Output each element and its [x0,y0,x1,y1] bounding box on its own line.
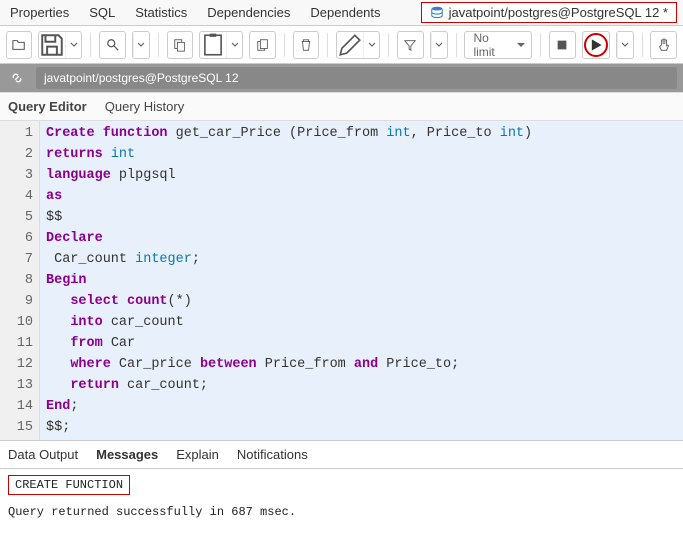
stop-button[interactable] [549,31,575,59]
connection-label: javatpoint/postgres@PostgreSQL 12 [36,67,677,89]
status-message: Query returned successfully in 687 msec. [8,505,675,519]
tab-explain[interactable]: Explain [176,447,219,462]
sql-editor[interactable]: 1 2 3 4 5 6 7 8 9 10 11 12 13 14 15 Crea… [0,121,683,440]
find-dropdown[interactable] [132,31,150,59]
play-icon [589,38,603,52]
result-message: CREATE FUNCTION [8,475,130,495]
connection-status-button[interactable] [6,67,28,89]
line-gutter: 1 2 3 4 5 6 7 8 9 10 11 12 13 14 15 [0,121,40,440]
tab-data-output[interactable]: Data Output [8,447,78,462]
chevron-down-icon [231,41,239,49]
toolbar: No limit [0,26,683,64]
explain-button[interactable] [650,31,676,59]
tab-query-editor[interactable]: Query Editor [8,99,87,114]
filter-dropdown[interactable] [430,31,448,59]
filter-button[interactable] [397,31,423,59]
execute-dropdown[interactable] [616,31,634,59]
copy-stack-icon [256,38,270,52]
connection-bar: javatpoint/postgres@PostgreSQL 12 [0,64,683,92]
chevron-down-icon [137,41,145,49]
trash-icon [299,38,313,52]
stop-icon [555,38,569,52]
search-icon [106,38,120,52]
save-dropdown[interactable] [38,31,82,59]
copy-icon [173,38,187,52]
limit-select[interactable]: No limit [464,31,532,59]
tab-dependencies[interactable]: Dependencies [197,1,300,24]
tab-query-history[interactable]: Query History [105,99,184,114]
chevron-down-icon [621,41,629,49]
tab-properties[interactable]: Properties [0,1,79,24]
tab-statistics[interactable]: Statistics [125,1,197,24]
query-tool-tab-label: javatpoint/postgres@PostgreSQL 12 * [449,5,668,20]
paste-dropdown[interactable] [199,31,243,59]
hand-icon [657,38,671,52]
output-tab-bar: Data Output Messages Explain Notificatio… [0,440,683,469]
top-tab-bar: Properties SQL Statistics Dependencies D… [0,0,683,26]
filter-icon [403,38,417,52]
tab-messages[interactable]: Messages [96,447,158,462]
tab-notifications[interactable]: Notifications [237,447,308,462]
query-tool-tab[interactable]: javatpoint/postgres@PostgreSQL 12 * [421,2,677,23]
code-area[interactable]: Create function get_car_Price (Price_fro… [40,121,683,440]
copy-button[interactable] [167,31,193,59]
execute-button[interactable] [582,31,610,59]
chevron-down-icon [70,41,78,49]
save-icon [39,32,65,58]
link-icon [10,71,24,85]
edit-dropdown[interactable] [336,31,380,59]
pencil-icon [337,32,363,58]
chevron-down-icon [368,41,376,49]
output-panel: CREATE FUNCTION Query returned successfu… [0,469,683,525]
delete-button[interactable] [293,31,319,59]
find-button[interactable] [99,31,125,59]
duplicate-button[interactable] [249,31,275,59]
folder-open-icon [12,38,26,52]
tab-sql[interactable]: SQL [79,1,125,24]
open-file-button[interactable] [6,31,32,59]
database-icon [430,6,444,20]
chevron-down-icon [435,41,443,49]
tab-dependents[interactable]: Dependents [300,1,390,24]
editor-tab-bar: Query Editor Query History [0,92,683,121]
paste-icon [200,32,226,58]
